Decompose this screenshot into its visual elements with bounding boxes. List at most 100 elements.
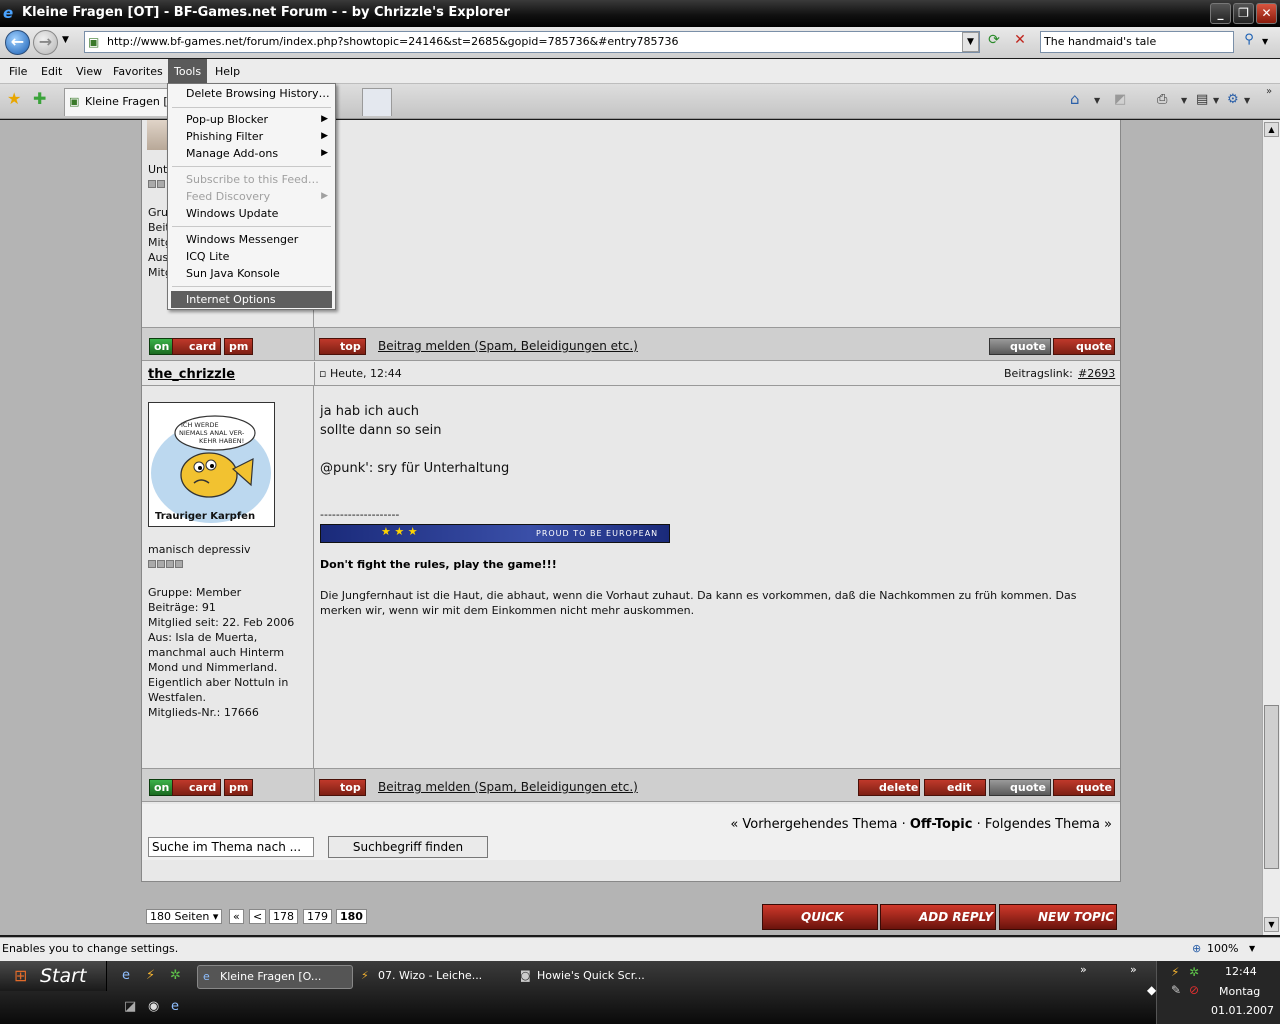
back-button[interactable]: ← [5,30,30,55]
home-dropdown-icon[interactable]: ▼ [1094,96,1100,105]
delete-button[interactable]: delete [858,779,920,796]
thread-search-input[interactable]: Suche im Thema nach ... [148,837,314,857]
thread-search-button[interactable]: Suchbegriff finden [328,836,488,858]
prev-page-button[interactable]: < [249,909,267,924]
start-button[interactable]: ⊞ Start [0,961,107,991]
task-label-1: Kleine Fragen [O... [220,970,322,983]
zoom-icon[interactable]: ⊕ [1192,938,1201,960]
menu-icq-lite[interactable]: ICQ Lite [171,248,332,265]
menu-windows-update[interactable]: Windows Update [171,205,332,222]
maximize-button[interactable]: ❐ [1233,3,1254,24]
menu-manage-addons[interactable]: Manage Add-ons ▶ [171,145,332,162]
zoom-level[interactable]: 100% [1207,938,1238,960]
edit-button[interactable]: edit [924,779,986,796]
menu-tools[interactable]: Tools [168,59,208,84]
tray-diamond-icon[interactable]: ◆ [1147,983,1156,997]
multiquote-button[interactable]: quote [989,338,1051,355]
task-label-3: Howie's Quick Scr... [537,969,645,982]
top-button[interactable]: top [319,338,366,355]
quicklaunch-app-icon[interactable]: ◪ [124,999,136,1014]
tools-gear-icon[interactable]: ⚙ [1227,92,1239,107]
menu-edit[interactable]: Edit [35,59,68,84]
tray-tool-icon[interactable]: ✎ [1171,983,1181,997]
new-topic-button[interactable]: NEW TOPIC [999,904,1117,930]
tray-icq-icon[interactable]: ✲ [1189,965,1199,979]
refresh-icon[interactable]: ⟳ [984,32,1004,52]
add-favorite-icon[interactable]: ✚ [33,89,46,108]
pm-button[interactable]: pm [224,338,254,355]
quicklaunch-ie-icon-2[interactable]: e [171,999,179,1014]
menu-internet-options[interactable]: Internet Options [171,291,332,308]
home-icon[interactable]: ⌂ [1070,90,1080,108]
next-thread-link[interactable]: Folgendes Thema » [985,817,1112,832]
search-options-dropdown[interactable]: ▼ [1262,32,1274,52]
scroll-thumb[interactable] [1264,705,1279,869]
forum-name-link[interactable]: Off-Topic [910,817,973,832]
prev-thread-link[interactable]: « Vorhergehendes Thema [730,817,897,832]
add-reply-button[interactable]: ADD REPLY [880,904,996,930]
report-link[interactable]: Beitrag melden (Spam, Beleidigungen etc.… [378,339,638,353]
page-dropdown-icon[interactable]: ▼ [1213,96,1219,105]
quicklaunch-media-icon[interactable]: ◉ [148,999,159,1014]
address-dropdown-button[interactable]: ▼ [962,32,979,52]
taskbar-more-icon[interactable]: » [1080,963,1087,976]
pm-button-2[interactable]: pm [224,779,254,796]
multiquote-button-2[interactable]: quote [989,779,1051,796]
quote-button-2[interactable]: quote [1053,779,1115,796]
search-icon[interactable]: ⚲ [1238,32,1260,52]
menu-popup-blocker[interactable]: Pop-up Blocker ▶ [171,111,332,128]
page-179[interactable]: 179 [303,909,332,924]
tray-winamp-icon[interactable]: ⚡ [1171,965,1179,979]
signature-separator: -------------------- [320,508,400,521]
chevron-more-icon[interactable]: » [1266,86,1272,97]
print-dropdown-icon[interactable]: ▼ [1181,96,1187,105]
card-button-2[interactable]: card [172,779,222,796]
print-icon[interactable]: ⎙ [1157,92,1167,107]
quick-reply-button[interactable]: QUICK REPLY [762,904,878,935]
tab-active[interactable]: ▣ Kleine Fragen [O... [64,88,168,116]
menu-windows-messenger[interactable]: Windows Messenger [171,231,332,248]
forward-button[interactable]: → [33,30,58,55]
scroll-up-icon[interactable]: ▲ [1264,122,1279,137]
quicklaunch-ie-icon[interactable]: e [122,968,130,983]
tray-antivirus-icon[interactable]: ⊘ [1189,983,1199,997]
taskbar-more-icon-2[interactable]: » [1130,963,1137,976]
recent-pages-dropdown[interactable]: ▼ [62,35,69,45]
menu-delete-history[interactable]: Delete Browsing History… [171,85,332,102]
scroll-down-icon[interactable]: ▼ [1264,917,1279,932]
clock-time[interactable]: 12:44 [1225,965,1257,978]
report-link-2[interactable]: Beitrag melden (Spam, Beleidigungen etc.… [378,780,638,794]
page-icon[interactable]: ▤ [1196,92,1208,107]
post-author-link[interactable]: the_chrizzle [148,367,235,382]
task-kleine-fragen[interactable]: e Kleine Fragen [O... [197,965,353,989]
tools-dropdown-icon[interactable]: ▼ [1244,96,1250,105]
menu-phishing-filter[interactable]: Phishing Filter ▶ [171,128,332,145]
search-input[interactable]: The handmaid's tale [1040,31,1234,53]
stop-icon[interactable]: ✕ [1010,32,1030,52]
menu-favorites[interactable]: Favorites [107,59,169,84]
close-button[interactable]: ✕ [1256,3,1277,24]
pages-dropdown[interactable]: 180 Seiten ▾ [146,909,223,924]
card-button[interactable]: card [172,338,222,355]
quicklaunch-icq-icon[interactable]: ✲ [170,968,181,983]
favorites-star-icon[interactable]: ★ [7,89,21,108]
zoom-dropdown-icon[interactable]: ▼ [1249,938,1255,960]
page-178[interactable]: 178 [269,909,298,924]
task-winamp[interactable]: ⚡ 07. Wizo - Leiche... [356,965,512,989]
task-screenshot[interactable]: ◙ Howie's Quick Scr... [515,965,671,989]
feeds-icon[interactable]: ◩ [1114,92,1126,107]
top-button-2[interactable]: top [319,779,366,796]
first-page-button[interactable]: « [229,909,244,924]
address-input[interactable]: ▣ http://www.bf-games.net/forum/index.ph… [84,31,980,53]
menu-view[interactable]: View [70,59,108,84]
minimize-button[interactable]: _ [1210,3,1231,24]
menu-help[interactable]: Help [209,59,246,84]
quicklaunch-winamp-icon[interactable]: ⚡ [146,968,155,983]
menu-file[interactable]: File [3,59,33,84]
vertical-scrollbar[interactable]: ▲ ▼ [1262,120,1280,935]
quote-button[interactable]: quote [1053,338,1115,355]
post-link-number[interactable]: #2693 [1078,366,1115,381]
page-180[interactable]: 180 [336,909,367,924]
menu-sun-java-console[interactable]: Sun Java Konsole [171,265,332,282]
new-tab-button[interactable] [362,88,392,116]
